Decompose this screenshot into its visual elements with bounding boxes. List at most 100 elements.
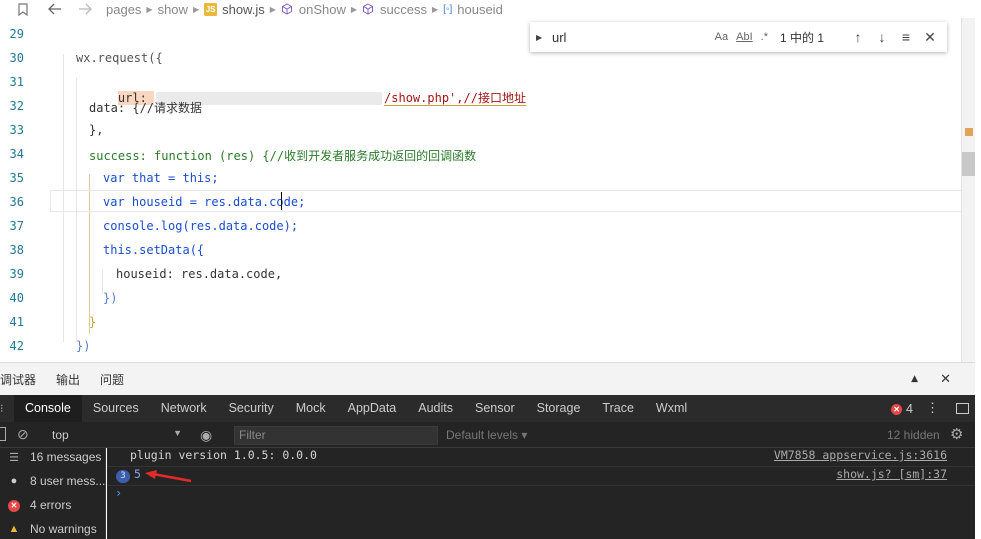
- tab-appdata[interactable]: AppData: [337, 395, 408, 422]
- filter-input[interactable]: Filter: [234, 426, 438, 445]
- chevron-right-icon: ▶: [350, 4, 358, 14]
- console-prompt-icon[interactable]: ›: [115, 486, 122, 500]
- code-text: success: function (res) {//收到开发者服务成功返回的回…: [89, 149, 477, 163]
- sidebar-item-label: No warnings: [30, 522, 97, 536]
- dropdown-arrow-icon: ▼: [173, 428, 182, 438]
- tab-trace[interactable]: Trace: [591, 395, 645, 422]
- sidebar-toggle-icon[interactable]: [0, 427, 6, 441]
- live-expression-eye-icon[interactable]: ◉: [200, 427, 212, 444]
- chevron-right-icon: ▶: [146, 4, 153, 14]
- tab-sensor[interactable]: Sensor: [464, 395, 526, 422]
- line-number: 34: [9, 147, 24, 161]
- tab-debugger[interactable]: 调试器: [0, 371, 36, 388]
- code-line: wx.request({: [76, 51, 163, 65]
- red-arrow-annotation-icon: [145, 470, 192, 483]
- log-levels-select[interactable]: Default levels ▾: [446, 428, 527, 442]
- maximize-panel-icon[interactable]: ▲: [911, 374, 918, 387]
- code-line: var that = this;: [103, 171, 219, 185]
- line-number: 39: [9, 267, 24, 281]
- forward-arrow-icon[interactable]: [78, 3, 92, 15]
- code-text: }): [103, 291, 118, 305]
- find-in-selection-icon[interactable]: ≡: [896, 29, 916, 45]
- tab-mock[interactable]: Mock: [285, 395, 337, 422]
- match-count: 1 中的 1: [780, 30, 825, 45]
- breadcrumb: pages ▶ show ▶ JS show.js ▶ onShow ▶ suc…: [0, 0, 981, 18]
- console-message-text: 5: [134, 467, 141, 481]
- previous-match-icon[interactable]: ↑: [848, 29, 868, 45]
- chevron-right-icon: ▶: [432, 4, 439, 14]
- chevron-right-icon: ▶: [269, 4, 276, 14]
- breadcrumb-show[interactable]: show: [158, 2, 188, 17]
- breadcrumb-houseid[interactable]: houseid: [457, 2, 503, 17]
- code-line: data: {//请求数据: [89, 99, 202, 116]
- breadcrumb-pages[interactable]: pages: [106, 2, 141, 17]
- match-word-toggle[interactable]: AbI: [736, 31, 753, 43]
- panel-scrollbar[interactable]: [975, 362, 981, 539]
- clear-console-icon[interactable]: ⊘: [17, 426, 29, 443]
- tab-sources[interactable]: Sources: [82, 395, 150, 422]
- tab-wxml[interactable]: Wxml: [645, 395, 698, 422]
- sidebar-item-label: 4 errors: [30, 498, 72, 512]
- editor-scrollbar[interactable]: [961, 18, 975, 362]
- close-panel-icon[interactable]: ✕: [940, 372, 951, 387]
- code-text: console.log(res.data.code);: [103, 219, 299, 233]
- tab-security[interactable]: Security: [218, 395, 285, 422]
- inspect-icon[interactable]: ⁝: [0, 402, 14, 415]
- scrollbar-thumb[interactable]: [962, 152, 975, 176]
- line-number: 35: [9, 171, 24, 185]
- console-source-link[interactable]: VM7858 appservice.js:3616: [774, 448, 947, 462]
- error-count: 4: [906, 402, 913, 416]
- code-line: success: function (res) {//收到开发者服务成功返回的回…: [89, 147, 476, 164]
- dock-icon[interactable]: [956, 403, 969, 414]
- chevron-right-icon: ▶: [192, 4, 200, 14]
- sidebar-item-user-messages[interactable]: ● 8 user mess...: [6, 474, 106, 488]
- line-number: 30: [9, 51, 24, 65]
- context-value: top: [52, 428, 69, 442]
- line-number: 37: [9, 219, 24, 233]
- bookmark-icon[interactable]: [18, 2, 28, 16]
- tab-network[interactable]: Network: [150, 395, 218, 422]
- sidebar-item-errors[interactable]: ✕ 4 errors: [6, 498, 71, 512]
- tab-storage[interactable]: Storage: [526, 395, 592, 422]
- tab-output[interactable]: 输出: [56, 371, 80, 388]
- console-sidebar: ☰ 16 messages ● 8 user mess... ✕ 4 error…: [0, 448, 106, 539]
- gear-icon[interactable]: ⚙: [950, 425, 963, 443]
- sidebar-item-messages[interactable]: ☰ 16 messages: [6, 450, 101, 464]
- line-number: 42: [9, 339, 24, 353]
- line-number: 31: [9, 75, 24, 89]
- warning-icon: ▲: [8, 523, 20, 535]
- more-menu-icon[interactable]: ⋮: [926, 400, 939, 416]
- code-text: },: [89, 123, 104, 137]
- context-select[interactable]: top ▼: [52, 428, 182, 442]
- sidebar-item-warnings[interactable]: ▲ No warnings: [6, 522, 97, 536]
- code-line: console.log(res.data.code);: [103, 219, 298, 233]
- error-counter[interactable]: ✕ 4: [891, 402, 913, 416]
- filter-placeholder: Filter: [239, 428, 266, 442]
- console-source-link[interactable]: show.js? [sm]:37: [836, 467, 947, 481]
- line-number: 32: [9, 99, 24, 113]
- match-case-toggle[interactable]: Aa: [715, 31, 728, 43]
- error-icon: ✕: [891, 403, 903, 415]
- tab-problems[interactable]: 问题: [100, 371, 124, 388]
- code-text: data: {//请求数据: [89, 101, 203, 115]
- code-line: }): [103, 291, 117, 305]
- console-output[interactable]: plugin version 1.0.5: 0.0.0 VM7858 appse…: [107, 448, 975, 539]
- console-message-row: plugin version 1.0.5: 0.0.0 VM7858 appse…: [107, 448, 975, 467]
- breadcrumb-showjs[interactable]: show.js: [222, 2, 265, 17]
- error-icon: ✕: [6, 499, 22, 512]
- console-message-text: plugin version 1.0.5: 0.0.0: [130, 448, 317, 462]
- line-number: 36: [9, 195, 24, 209]
- sidebar-item-label: 16 messages: [30, 450, 102, 464]
- tab-audits[interactable]: Audits: [407, 395, 464, 422]
- find-input[interactable]: url Aa AbI .*: [552, 26, 772, 48]
- breadcrumb-onshow[interactable]: onShow: [299, 2, 346, 17]
- back-arrow-icon[interactable]: [48, 3, 62, 15]
- regex-toggle[interactable]: .*: [761, 31, 768, 43]
- breadcrumb-success[interactable]: success: [380, 2, 427, 17]
- code-text: wx.request({: [76, 51, 163, 65]
- toggle-replace-icon[interactable]: ▶: [536, 33, 548, 42]
- tab-console[interactable]: Console: [14, 395, 82, 422]
- close-icon[interactable]: ✕: [920, 29, 940, 46]
- next-match-icon[interactable]: ↓: [872, 29, 892, 45]
- code-editor[interactable]: 29 30 31 32 33 34 35 36 37 38 39 40 41 4…: [0, 18, 981, 362]
